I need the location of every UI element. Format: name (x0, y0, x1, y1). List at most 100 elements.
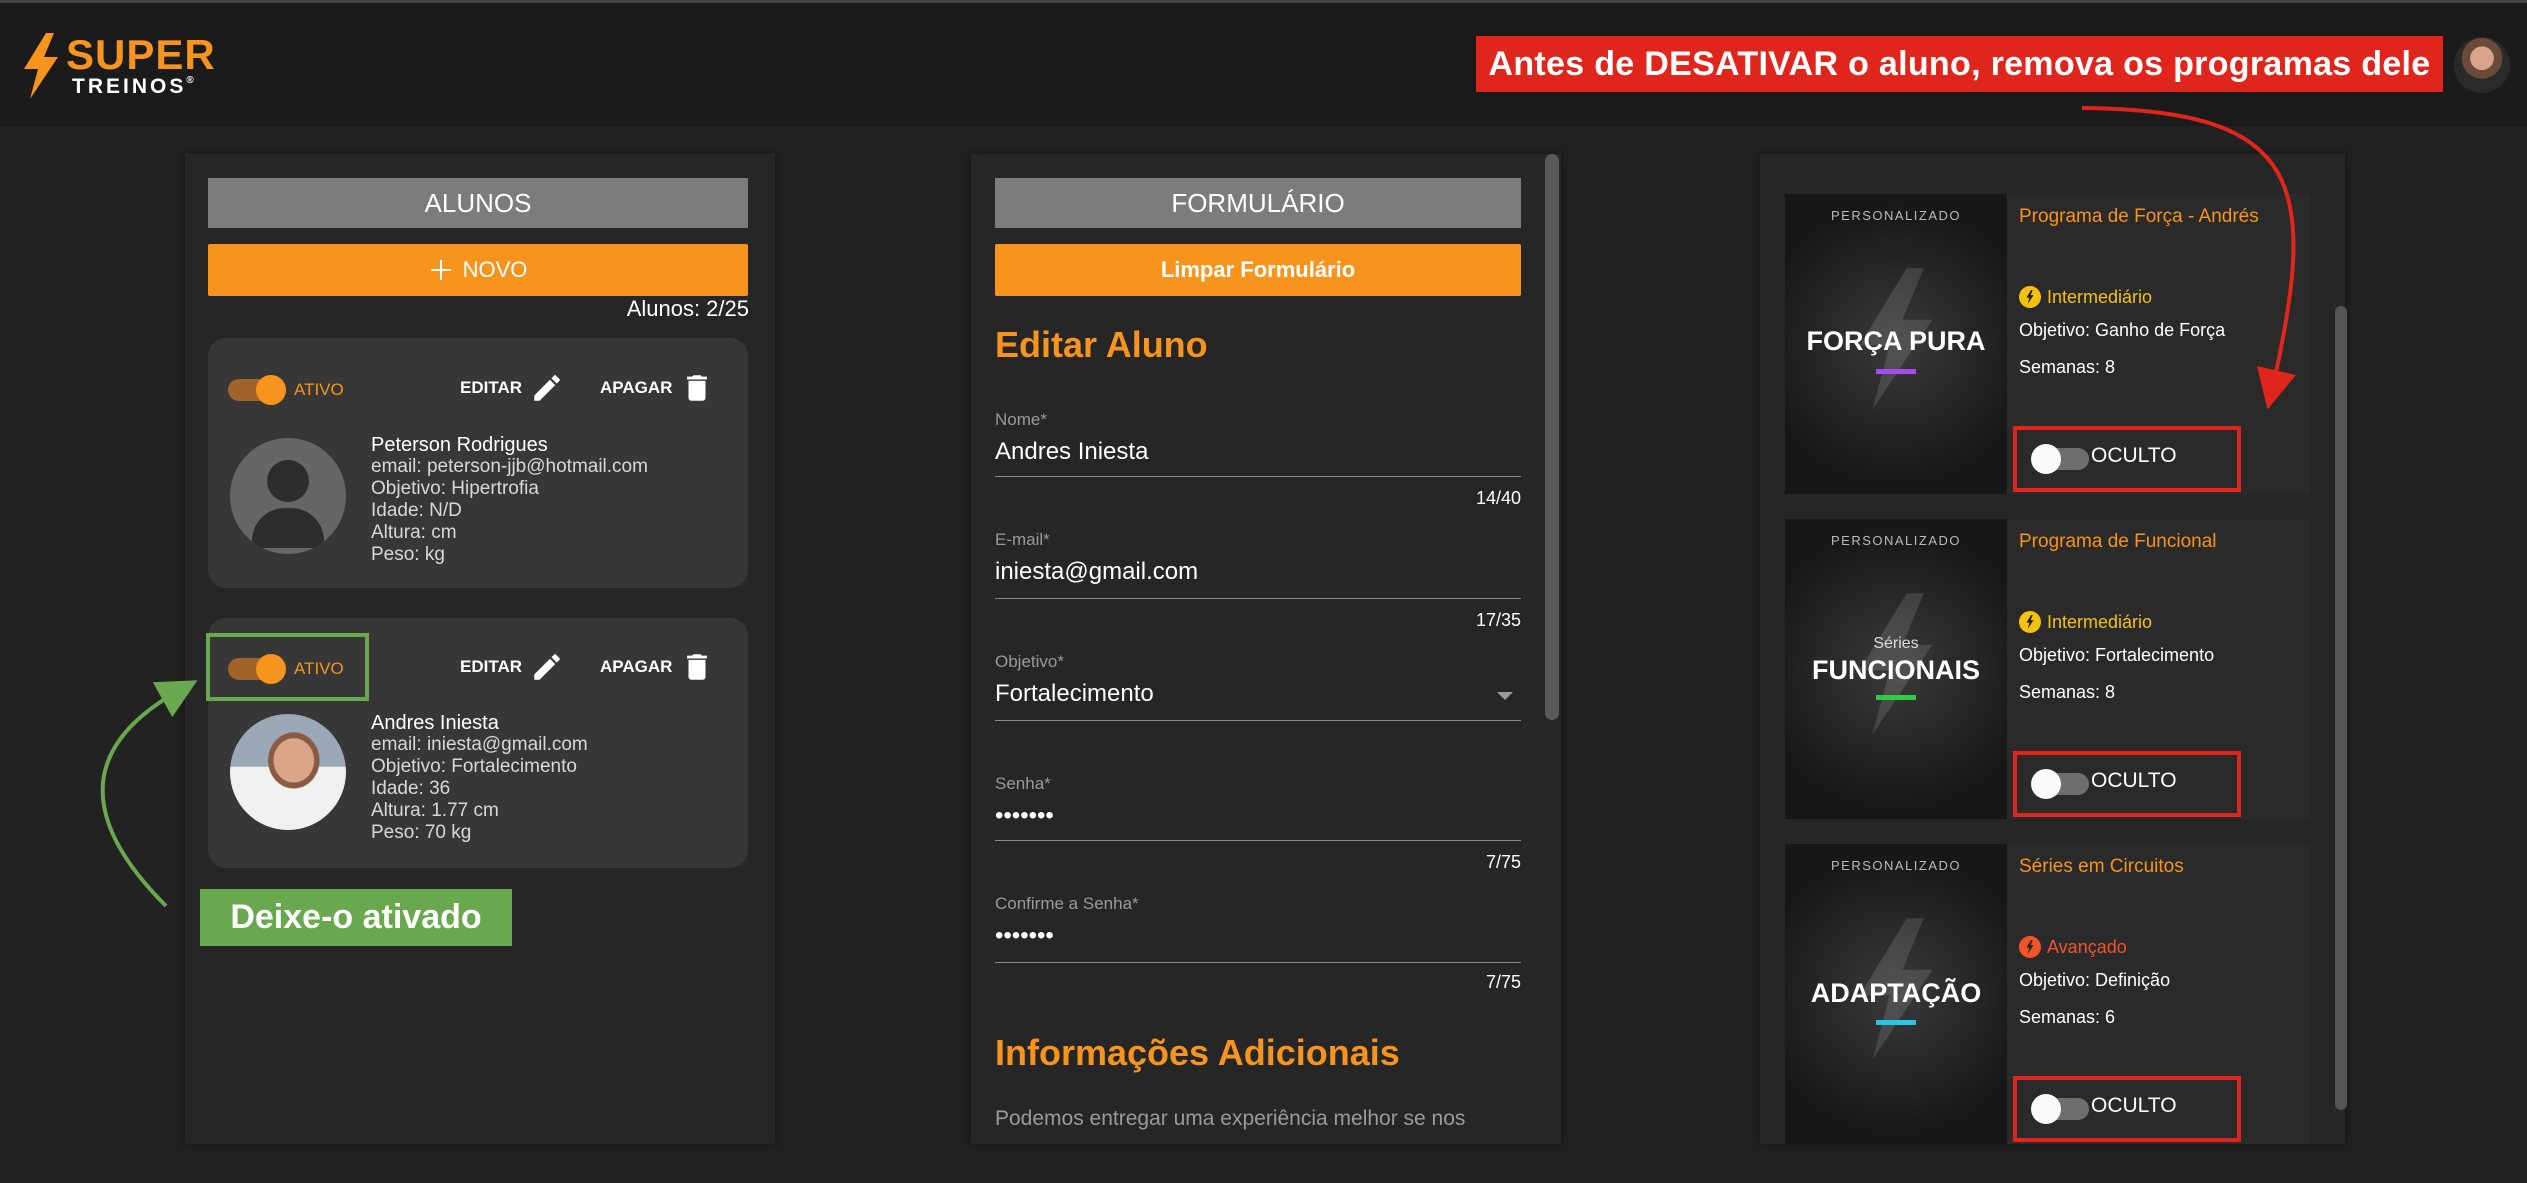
active-label: ATIVO (294, 380, 344, 399)
trash-icon (687, 375, 708, 401)
additional-info-title: Informações Adicionais (995, 1032, 1400, 1073)
visibility-label: OCULTO (2091, 1094, 2177, 1117)
pencil-icon (534, 654, 560, 680)
program-weeks: Semanas: 6 (2019, 1007, 2116, 1027)
level-bolt-icon (2019, 936, 2041, 958)
student-name: Peterson Rodrigues (371, 434, 548, 456)
delete-label: APAGAR (600, 657, 673, 676)
thumbnail-title: FUNCIONAIS (1812, 655, 1980, 685)
visibility-highlight: OCULTO (2013, 426, 2241, 492)
app-logo[interactable]: SUPER TREINOS® (20, 31, 215, 101)
user-avatar[interactable] (2454, 37, 2510, 93)
program-thumbnail[interactable]: PERSONALIZADO Séries FUNCIONAIS (1785, 519, 2007, 819)
student-height: Altura: 1.77 cm (371, 800, 499, 821)
program-level: Avançado (2019, 936, 2127, 958)
student-photo (230, 714, 346, 830)
field-underline (995, 840, 1521, 841)
student-goal: Objetivo: Fortalecimento (371, 756, 577, 777)
student-name: Andres Iniesta (371, 712, 499, 734)
confirm-password-counter: 7/75 (1485, 972, 1521, 992)
visibility-highlight: OCULTO (2013, 751, 2241, 817)
plus-icon (430, 260, 451, 280)
level-bolt-icon (2019, 611, 2041, 633)
lightning-bolt-icon (24, 33, 58, 99)
edit-button[interactable]: EDITAR (460, 650, 564, 684)
students-header: ALUNOS (208, 178, 748, 228)
edit-label: EDITAR (460, 378, 523, 397)
field-underline (995, 476, 1521, 477)
additional-info-text: Podemos entregar uma experiência melhor … (995, 1107, 1466, 1140)
thumbnail-badge: PERSONALIZADO (1830, 858, 1962, 873)
visibility-toggle[interactable] (2031, 444, 2089, 474)
program-thumbnail[interactable]: PERSONALIZADO FORÇA PURA (1785, 194, 2007, 494)
program-level: Intermediário (2019, 286, 2152, 308)
student-age: Idade: N/D (371, 500, 462, 521)
thumbnail-badge: PERSONALIZADO (1830, 208, 1962, 223)
logo-word-treinos: TREINOS® (72, 75, 197, 98)
goal-value[interactable]: Fortalecimento (995, 680, 1154, 708)
student-card: ATIVO EDITAR APAGAR Peterson Rodrigues e… (208, 338, 748, 588)
program-level: Intermediário (2019, 611, 2152, 633)
green-arrow (100, 680, 198, 908)
thumbnail-subtitle: Séries (1873, 635, 1919, 652)
trash-icon (687, 654, 708, 680)
chevron-down-icon[interactable] (1497, 692, 1513, 700)
program-thumbnail[interactable]: PERSONALIZADO ADAPTAÇÃO (1785, 844, 2007, 1144)
thumbnail-badge: PERSONALIZADO (1830, 533, 1962, 548)
password-input[interactable]: ••••••• (995, 802, 1054, 830)
student-email: email: peterson-jjb@hotmail.com (371, 456, 648, 477)
edit-button[interactable]: EDITAR (460, 371, 564, 405)
program-card: PERSONALIZADO ADAPTAÇÃO Séries em Circui… (1785, 844, 2310, 1144)
program-goal: Objetivo: Fortalecimento (2019, 645, 2215, 665)
student-info: Andres Iniesta email: iniesta@gmail.com … (371, 712, 588, 844)
email-input[interactable]: iniesta@gmail.com (995, 558, 1198, 586)
form-panel: FORMULÁRIO Limpar Formulário Editar Alun… (971, 154, 1561, 1144)
program-title[interactable]: Programa de Funcional (2019, 531, 2217, 553)
name-input[interactable]: Andres Iniesta (995, 438, 1148, 466)
delete-button[interactable]: APAGAR (600, 371, 714, 405)
field-underline (995, 720, 1521, 721)
field-underline (995, 598, 1521, 599)
program-weeks: Semanas: 8 (2019, 682, 2116, 702)
password-label: Senha* (995, 774, 1051, 793)
confirm-password-input[interactable]: ••••••• (995, 922, 1054, 950)
program-title[interactable]: Séries em Circuitos (2019, 856, 2184, 878)
visibility-toggle[interactable] (2031, 769, 2089, 799)
program-goal: Objetivo: Definição (2019, 970, 2171, 990)
thumbnail-color-bar (1876, 369, 1916, 374)
level-label: Intermediário (2047, 611, 2153, 632)
delete-label: APAGAR (600, 378, 673, 397)
name-counter: 14/40 (1475, 488, 1521, 508)
visibility-toggle[interactable] (2031, 1094, 2089, 1124)
form-scrollbar[interactable] (1545, 154, 1559, 720)
student-weight: Peso: kg (371, 544, 445, 565)
program-card: PERSONALIZADO FORÇA PURA Programa de For… (1785, 194, 2310, 494)
logo-word-super: SUPER (66, 31, 216, 78)
level-label: Avançado (2047, 936, 2127, 957)
programs-scrollbar[interactable] (2335, 306, 2347, 1110)
new-student-button[interactable]: NOVO (208, 244, 748, 296)
level-bolt-icon (2019, 286, 2041, 308)
new-student-label: NOVO (462, 257, 528, 282)
form-header: FORMULÁRIO (995, 178, 1521, 228)
students-count: Alunos: 2/25 (626, 296, 749, 321)
program-goal: Objetivo: Ganho de Força (2019, 320, 2226, 340)
student-weight: Peso: 70 kg (371, 822, 472, 843)
delete-button[interactable]: APAGAR (600, 650, 714, 684)
thumbnail-color-bar (1876, 695, 1916, 700)
active-toggle[interactable] (228, 375, 286, 405)
visibility-highlight: OCULTO (2013, 1076, 2241, 1142)
password-counter: 7/75 (1485, 852, 1521, 872)
programs-panel: PERSONALIZADO FORÇA PURA Programa de For… (1760, 154, 2345, 1144)
student-goal: Objetivo: Hipertrofia (371, 478, 539, 499)
clear-form-button[interactable]: Limpar Formulário (995, 244, 1521, 296)
thumbnail-color-bar (1876, 1020, 1916, 1025)
field-underline (995, 962, 1521, 963)
confirm-password-label: Confirme a Senha* (995, 894, 1139, 913)
student-info: Peterson Rodrigues email: peterson-jjb@h… (371, 434, 648, 566)
thumbnail-title: FORÇA PURA (1806, 326, 1986, 356)
form-title: Editar Aluno (995, 324, 1208, 365)
program-title[interactable]: Programa de Força - Andrés (2019, 206, 2259, 228)
level-label: Intermediário (2047, 286, 2153, 307)
goal-label: Objetivo* (995, 652, 1064, 671)
